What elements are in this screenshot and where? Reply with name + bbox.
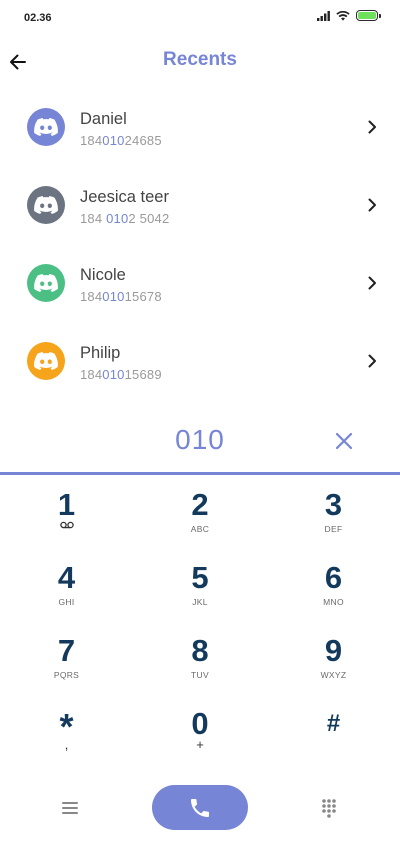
contact-name: Jeesica teer	[80, 188, 169, 206]
key-letters: WXYZ	[320, 670, 347, 680]
key-7[interactable]: 7 PQRS	[0, 634, 133, 707]
key-digit: 8	[191, 633, 209, 668]
close-icon[interactable]	[332, 429, 356, 453]
discord-logo-icon	[34, 118, 58, 136]
key-star[interactable]: * ,	[0, 707, 133, 780]
discord-logo-icon	[34, 352, 58, 370]
key-digit: 2	[191, 487, 209, 522]
key-letters: JKL	[192, 597, 208, 607]
dial-divider	[0, 472, 400, 475]
chevron-right-icon[interactable]	[364, 119, 380, 135]
contact-avatar	[27, 264, 65, 302]
key-letters: +	[196, 737, 204, 752]
key-digit: 5	[191, 560, 209, 595]
key-digit: 6	[324, 560, 343, 595]
key-digit: 0	[191, 706, 209, 741]
discord-logo-icon	[34, 196, 58, 214]
status-bar: 02.36	[0, 0, 400, 36]
key-digit: 7	[57, 633, 76, 668]
key-letters: DEF	[324, 524, 343, 534]
chevron-right-icon[interactable]	[364, 353, 380, 369]
key-letters: ABC	[190, 524, 210, 534]
key-letters: PQRS	[53, 670, 80, 680]
contact-number: 18401024685	[80, 133, 162, 148]
recent-contact-item[interactable]: Jeesica teer 184 0102 5042	[0, 166, 400, 244]
key-3[interactable]: 3 DEF	[267, 488, 400, 561]
key-digit: 4	[57, 560, 76, 595]
contact-name: Nicole	[80, 266, 126, 284]
discord-logo-icon	[34, 274, 58, 292]
key-9[interactable]: 9 WXYZ	[267, 634, 400, 707]
contact-avatar	[27, 108, 65, 146]
contact-number: 18401015678	[80, 289, 162, 304]
contact-number: 184 0102 5042	[80, 211, 170, 226]
contact-number: 18401015689	[80, 367, 162, 382]
recent-contact-item[interactable]: Nicole 18401015678	[0, 244, 400, 322]
dial-display: 010	[0, 412, 400, 472]
key-2[interactable]: 2 ABC	[133, 488, 267, 561]
key-letters: TUV	[191, 670, 209, 680]
signal-icon	[317, 10, 330, 21]
phone-icon	[191, 798, 209, 817]
key-digit: #	[326, 710, 341, 737]
key-5[interactable]: 5 JKL	[133, 561, 267, 634]
header: Recents	[0, 40, 400, 82]
chevron-right-icon[interactable]	[364, 275, 380, 291]
contact-avatar	[27, 186, 65, 224]
key-0[interactable]: 0 +	[133, 707, 267, 780]
recents-list: Daniel 18401024685 Jeesica teer 184 0102…	[0, 88, 400, 400]
dialpad-icon[interactable]	[317, 796, 341, 820]
contact-name: Daniel	[80, 110, 127, 128]
key-digit: 9	[324, 633, 343, 668]
key-digit: *	[59, 706, 74, 747]
voicemail-icon	[59, 521, 74, 529]
recent-contact-item[interactable]: Daniel 18401024685	[0, 88, 400, 166]
recent-contact-item[interactable]: Philip 18401015689	[0, 322, 400, 400]
key-digit: 3	[324, 487, 343, 522]
key-1[interactable]: 1	[0, 488, 133, 561]
call-button[interactable]	[152, 785, 248, 830]
key-8[interactable]: 8 TUV	[133, 634, 267, 707]
contact-name: Philip	[80, 344, 121, 362]
key-hash[interactable]: #	[267, 707, 400, 780]
contact-avatar	[27, 342, 65, 380]
key-letters: ,	[64, 737, 69, 752]
page-title: Recents	[163, 49, 237, 70]
battery-icon	[356, 10, 381, 21]
key-letters: GHI	[58, 597, 75, 607]
status-icons	[317, 10, 381, 21]
keypad: 1 2 ABC 3 DEF 4 GHI 5 JKL 6 MNO 7 PQRS 8…	[0, 488, 400, 780]
hamburger-menu-icon[interactable]	[58, 796, 82, 820]
chevron-right-icon[interactable]	[364, 197, 380, 213]
key-letters: MNO	[323, 597, 344, 607]
bottom-bar	[0, 784, 400, 832]
key-digit: 1	[57, 487, 76, 522]
key-6[interactable]: 6 MNO	[267, 561, 400, 634]
wifi-icon	[336, 10, 350, 21]
status-time: 02.36	[24, 12, 52, 24]
key-4[interactable]: 4 GHI	[0, 561, 133, 634]
